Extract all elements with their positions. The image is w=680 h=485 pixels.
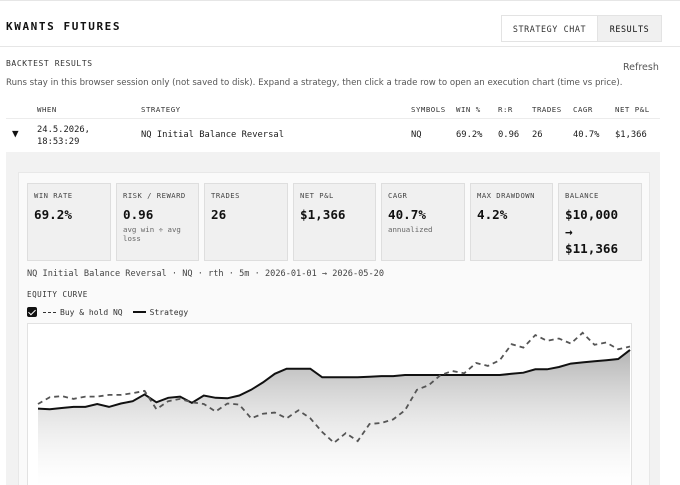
col-when: WHEN <box>37 105 57 114</box>
col-net-pnl: NET P&L <box>615 105 650 114</box>
legend-strategy: Strategy <box>149 307 189 317</box>
metric-label: BALANCE <box>565 191 599 200</box>
col-symbols: SYMBOLS <box>411 105 446 114</box>
app-title: KWANTS FUTURES <box>6 20 122 33</box>
row-rr: 0.96 <box>498 130 520 140</box>
row-net-pnl: $1,366 <box>615 130 647 140</box>
metric-card-balance: BALANCE $10,000 → $11,366 <box>558 183 642 261</box>
equity-chart <box>27 323 632 485</box>
section-title: BACKTEST RESULTS <box>6 59 93 68</box>
metric-card-max-drawdown: MAX DRAWDOWN 4.2% <box>470 183 553 261</box>
col-cagr: CAGR <box>573 105 593 114</box>
view-tabs: STRATEGY CHAT RESULTS <box>501 15 662 42</box>
legend-solid-swatch <box>132 311 146 313</box>
buy-hold-checkbox[interactable] <box>27 307 37 317</box>
balance-start: $10,000 <box>565 207 619 222</box>
balance-end: $11,366 <box>565 241 619 256</box>
metric-value: 26 <box>211 207 227 222</box>
metric-label: TRADES <box>211 191 240 200</box>
metric-value: 4.2% <box>477 207 508 222</box>
metric-label: NET P&L <box>300 191 334 200</box>
legend-dashed-swatch <box>43 311 56 313</box>
metric-sub: avg win ÷ avg loss <box>123 225 181 243</box>
col-trades: TRADES <box>532 105 562 114</box>
app-header: KWANTS FUTURES STRATEGY CHAT RESULTS <box>0 4 680 47</box>
row-when-date: 24.5.2026, <box>37 125 90 135</box>
metric-value: 69.2% <box>34 207 72 222</box>
row-trades: 26 <box>532 130 543 140</box>
metric-sub: annualized <box>388 225 433 234</box>
row-symbols: NQ <box>411 130 422 140</box>
arrow-right-icon: → <box>565 224 573 239</box>
run-info: NQ Initial Balance Reversal · NQ · rth ·… <box>27 269 384 279</box>
tab-results[interactable]: RESULTS <box>597 16 661 41</box>
metric-value: $10,000 → $11,366 <box>565 206 635 257</box>
metric-value: 0.96 <box>123 207 154 222</box>
equity-chart-svg <box>37 331 631 485</box>
row-win-pct: 69.2% <box>456 130 483 140</box>
refresh-button[interactable]: Refresh <box>623 62 659 73</box>
section-description: Runs stay in this browser session only (… <box>6 78 623 88</box>
row-when-time: 18:53:29 <box>37 137 80 147</box>
table-header-divider <box>6 118 660 119</box>
legend-buy-hold: Buy & hold NQ <box>60 307 123 317</box>
metric-label: CAGR <box>388 191 408 200</box>
metric-card-net-pnl: NET P&L $1,366 <box>293 183 376 261</box>
col-strategy: STRATEGY <box>141 105 181 114</box>
metric-label: MAX DRAWDOWN <box>477 191 535 200</box>
row-strategy: NQ Initial Balance Reversal <box>141 130 284 140</box>
expand-toggle-icon[interactable]: ▼ <box>12 127 19 140</box>
equity-curve-title: EQUITY CURVE <box>27 290 88 299</box>
metric-label: RISK / REWARD <box>123 191 186 200</box>
col-rr: R:R <box>498 105 513 114</box>
row-cagr: 40.7% <box>573 130 600 140</box>
col-win-pct: WIN % <box>456 105 481 114</box>
tab-strategy-chat[interactable]: STRATEGY CHAT <box>502 16 597 41</box>
metric-card-trades: TRADES 26 <box>204 183 288 261</box>
metric-label: WIN RATE <box>34 191 73 200</box>
metric-card-cagr: CAGR 40.7% annualized <box>381 183 465 261</box>
metric-card-win-rate: WIN RATE 69.2% <box>27 183 111 261</box>
metric-card-risk-reward: RISK / REWARD 0.96 avg win ÷ avg loss <box>116 183 199 261</box>
metric-value: $1,366 <box>300 207 346 222</box>
metric-value: 40.7% <box>388 207 426 222</box>
chart-legend: Buy & hold NQ Strategy <box>27 306 188 318</box>
